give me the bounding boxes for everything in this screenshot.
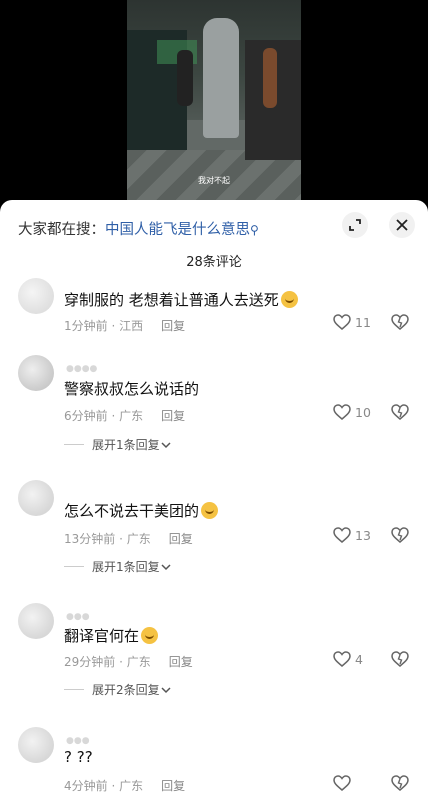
comment-meta: 29分钟前 · 广东 回复 <box>64 653 193 670</box>
broken-heart-icon <box>391 404 409 420</box>
heart-outline-icon <box>333 651 351 667</box>
dislike-button[interactable] <box>391 775 409 796</box>
comments-sheet: 大家都在搜：中国人能飞是什么意思⚲ 28条评论 穿制服的 老想着让普通人去送死 … <box>0 200 428 800</box>
comment-meta: 1分钟前 · 江西 回复 <box>64 317 185 334</box>
avatar[interactable] <box>18 480 54 516</box>
search-suggestion[interactable]: 大家都在搜：中国人能飞是什么意思⚲ <box>18 218 259 239</box>
like-count: 13 <box>355 528 371 543</box>
like-count: 11 <box>355 315 371 330</box>
avatar[interactable] <box>18 603 54 639</box>
comment-time-location: 6分钟前 · 广东 <box>64 409 144 423</box>
like-button[interactable]: 11 <box>333 314 371 331</box>
comment-text: 怎么不说去干美团的 <box>64 500 219 521</box>
expand-replies-button[interactable]: 展开1条回复 <box>64 558 172 575</box>
heart-outline-icon <box>333 775 351 791</box>
comment-time-location: 1分钟前 · 江西 <box>64 319 144 333</box>
like-button[interactable]: 10 <box>333 404 371 421</box>
comment-text: ? ?? <box>64 748 93 766</box>
dislike-button[interactable] <box>391 314 409 335</box>
like-button[interactable]: 13 <box>333 527 371 544</box>
username[interactable]: ●●●● <box>66 356 186 374</box>
username[interactable]: ●●● <box>66 604 186 622</box>
search-prefix: 大家都在搜： <box>18 222 105 238</box>
reply-button[interactable]: 回复 <box>169 532 193 546</box>
heart-outline-icon <box>333 527 351 543</box>
like-count: 4 <box>355 652 363 667</box>
reply-button[interactable]: 回复 <box>161 779 185 793</box>
broken-heart-icon <box>391 775 409 791</box>
like-button[interactable] <box>333 775 355 792</box>
like-button[interactable]: 4 <box>333 651 363 668</box>
comment-meta: 4分钟前 · 广东 回复 <box>64 777 185 794</box>
close-icon <box>396 219 408 231</box>
avatar[interactable] <box>18 727 54 763</box>
video-player[interactable]: 我对不起 <box>0 0 428 210</box>
close-button[interactable] <box>389 212 415 238</box>
avatar[interactable] <box>18 355 54 391</box>
dislike-button[interactable] <box>391 527 409 548</box>
grinning-emoji <box>201 502 219 519</box>
reply-button[interactable]: 回复 <box>161 409 185 423</box>
comment-count-title: 28条评论 <box>186 255 242 270</box>
search-query-link[interactable]: 中国人能飞是什么意思 <box>105 222 250 238</box>
chevron-down-icon <box>161 563 171 570</box>
broken-heart-icon <box>391 527 409 543</box>
comment-time-location: 29分钟前 · 广东 <box>64 655 151 669</box>
comment-time-location: 4分钟前 · 广东 <box>64 779 144 793</box>
expand-replies-button[interactable]: 展开1条回复 <box>64 436 172 453</box>
video-subtitle: 我对不起 <box>198 176 230 185</box>
reply-button[interactable]: 回复 <box>161 319 185 333</box>
comment-meta: 13分钟前 · 广东 回复 <box>64 530 193 547</box>
comment-meta: 6分钟前 · 广东 回复 <box>64 407 185 424</box>
reply-button[interactable]: 回复 <box>169 655 193 669</box>
comment-text: 警察叔叔怎么说话的 <box>64 380 200 398</box>
heart-outline-icon <box>333 404 351 420</box>
dislike-button[interactable] <box>391 651 409 672</box>
comment-text: 穿制服的 老想着让普通人去送死 <box>64 289 298 310</box>
chevron-down-icon <box>161 441 171 448</box>
username[interactable]: ●●● <box>66 728 186 746</box>
chevron-down-icon <box>161 686 171 693</box>
heart-outline-icon <box>333 314 351 330</box>
dislike-button[interactable] <box>391 404 409 425</box>
expand-replies-button[interactable]: 展开2条回复 <box>64 681 172 698</box>
comment-time-location: 13分钟前 · 广东 <box>64 532 151 546</box>
like-count: 10 <box>355 405 371 420</box>
avatar[interactable] <box>18 278 54 314</box>
laughing-crying-emoji <box>280 291 298 308</box>
broken-heart-icon <box>391 651 409 667</box>
broken-heart-icon <box>391 314 409 330</box>
search-icon: ⚲ <box>250 223 259 237</box>
comment-text: 翻译官何在 <box>64 625 159 646</box>
expand-arrows-icon <box>349 219 361 231</box>
expand-button[interactable] <box>342 212 368 238</box>
pleading-emoji <box>141 627 159 644</box>
